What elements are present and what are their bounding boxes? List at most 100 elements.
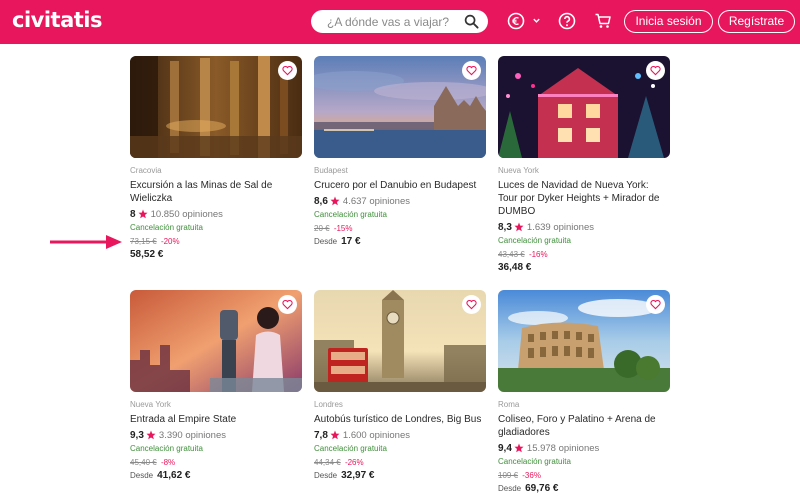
- old-price-row: 44,34 € -26%: [314, 458, 486, 468]
- star-icon: [138, 209, 148, 219]
- activity-image-danube[interactable]: [314, 56, 486, 158]
- help-icon[interactable]: [558, 12, 576, 30]
- card-city: Budapest: [314, 166, 348, 175]
- star-icon: [514, 443, 524, 453]
- card-rating: 9,4 15.978 opiniones: [498, 441, 670, 455]
- activity-image-christmas-lights[interactable]: [498, 56, 670, 158]
- card-title[interactable]: Crucero por el Danubio en Budapest: [314, 179, 486, 192]
- heart-icon: [466, 299, 477, 310]
- activity-image-salt-mine[interactable]: [130, 56, 302, 158]
- favorite-button[interactable]: [462, 295, 481, 314]
- free-cancellation: Cancelación gratuita: [498, 236, 571, 245]
- favorite-button[interactable]: [278, 61, 297, 80]
- price-from-label: Desde: [314, 237, 338, 246]
- free-cancellation: Cancelación gratuita: [314, 210, 387, 219]
- rating-opinions[interactable]: 3.390 opiniones: [159, 430, 226, 441]
- currency-euro-icon[interactable]: [507, 12, 525, 30]
- activity-card[interactable]: Nueva York Luces de Navidad de Nueva Yor…: [498, 56, 670, 275]
- discount-badge: -36%: [522, 471, 541, 480]
- pointer-arrow: [50, 235, 122, 249]
- card-rating: 8,6 4.637 opiniones: [314, 194, 486, 208]
- card-rating: 9,3 3.390 opiniones: [130, 428, 302, 442]
- register-button[interactable]: Regístrate: [718, 10, 795, 33]
- activity-card[interactable]: Londres Autobús turístico de Londres, Bi…: [314, 290, 486, 483]
- price-amount: 58,52 €: [130, 249, 164, 260]
- card-city: Nueva York: [130, 400, 171, 409]
- discount-badge: -8%: [160, 458, 176, 467]
- price-from-label: Desde: [314, 471, 338, 480]
- rating-score: 8,6: [314, 195, 328, 207]
- free-cancellation: Cancelación gratuita: [314, 444, 387, 453]
- heart-icon: [282, 299, 293, 310]
- search-input[interactable]: [327, 13, 462, 30]
- rating-opinions[interactable]: 15.978 opiniones: [527, 443, 599, 454]
- favorite-button[interactable]: [462, 61, 481, 80]
- rating-score: 9,3: [130, 429, 144, 441]
- old-price-row: 109 € -36%: [498, 471, 670, 481]
- discount-badge: -26%: [344, 458, 364, 467]
- card-rating: 8 10.850 opiniones: [130, 207, 302, 221]
- favorite-button[interactable]: [646, 61, 665, 80]
- star-icon: [514, 222, 524, 232]
- star-icon: [146, 430, 156, 440]
- free-cancellation: Cancelación gratuita: [130, 444, 203, 453]
- activity-image-london-bus[interactable]: [314, 290, 486, 392]
- favorite-button[interactable]: [278, 295, 297, 314]
- price-amount: 17 €: [341, 236, 361, 247]
- discount-badge: -16%: [528, 250, 548, 259]
- rating-opinions[interactable]: 1.600 opiniones: [343, 430, 410, 441]
- card-title[interactable]: Luces de Navidad de Nueva York: Tour por…: [498, 179, 670, 218]
- favorite-button[interactable]: [646, 295, 665, 314]
- cart-icon[interactable]: [594, 12, 612, 30]
- rating-score: 8: [130, 208, 136, 220]
- search-icon[interactable]: [464, 14, 479, 29]
- old-price-row: 20 € -15%: [314, 224, 486, 234]
- heart-icon: [282, 65, 293, 76]
- discount-badge: -15%: [333, 224, 353, 233]
- activity-image-colosseum[interactable]: [498, 290, 670, 392]
- rating-score: 9,4: [498, 442, 512, 454]
- free-cancellation: Cancelación gratuita: [498, 457, 571, 466]
- card-title[interactable]: Excursión a las Minas de Sal de Wieliczk…: [130, 179, 302, 205]
- heart-icon: [650, 299, 661, 310]
- rating-score: 7,8: [314, 429, 328, 441]
- price-row: Desde 17 €: [314, 236, 486, 249]
- old-price: 43,43 €: [498, 250, 525, 259]
- price-row: Desde 32,97 €: [314, 470, 486, 483]
- activity-card[interactable]: Nueva York Entrada al Empire State 9,3 3…: [130, 290, 302, 483]
- price-row: Desde 69,76 €: [498, 483, 670, 496]
- card-title[interactable]: Coliseo, Foro y Palatino + Arena de glad…: [498, 413, 670, 439]
- old-price-row: 43,43 € -16%: [498, 250, 670, 260]
- price-row: 36,48 €: [498, 262, 670, 275]
- star-icon: [330, 196, 340, 206]
- card-city: Londres: [314, 400, 343, 409]
- heart-icon: [466, 65, 477, 76]
- rating-opinions[interactable]: 4.637 opiniones: [343, 196, 410, 207]
- rating-opinions[interactable]: 10.850 opiniones: [151, 209, 223, 220]
- discount-badge: -20%: [160, 237, 180, 246]
- login-button[interactable]: Inicia sesión: [624, 10, 713, 33]
- card-title[interactable]: Entrada al Empire State: [130, 413, 302, 426]
- search-box[interactable]: [311, 10, 488, 33]
- civitatis-logo[interactable]: civitatis: [12, 8, 102, 32]
- old-price: 45,40 €: [130, 458, 157, 467]
- activity-card[interactable]: Roma Coliseo, Foro y Palatino + Arena de…: [498, 290, 670, 496]
- star-icon: [330, 430, 340, 440]
- price-amount: 69,76 €: [525, 483, 559, 494]
- card-city: Cracovia: [130, 166, 162, 175]
- top-header: civitatis Inicia sesión Regístrate: [0, 0, 800, 44]
- card-rating: 8,3 1.639 opiniones: [498, 220, 670, 234]
- old-price-row: 45,40 € -8%: [130, 458, 302, 468]
- activity-image-empire-state[interactable]: [130, 290, 302, 392]
- price-from-label: Desde: [498, 484, 522, 493]
- rating-score: 8,3: [498, 221, 512, 233]
- old-price: 20 €: [314, 224, 330, 233]
- card-title[interactable]: Autobús turístico de Londres, Big Bus: [314, 413, 486, 426]
- card-city: Roma: [498, 400, 520, 409]
- free-cancellation: Cancelación gratuita: [130, 223, 203, 232]
- card-rating: 7,8 1.600 opiniones: [314, 428, 486, 442]
- chevron-down-icon[interactable]: [532, 16, 541, 25]
- activity-card[interactable]: Budapest Crucero por el Danubio en Budap…: [314, 56, 486, 249]
- activity-card[interactable]: Cracovia Excursión a las Minas de Sal de…: [130, 56, 302, 262]
- rating-opinions[interactable]: 1.639 opiniones: [527, 222, 594, 233]
